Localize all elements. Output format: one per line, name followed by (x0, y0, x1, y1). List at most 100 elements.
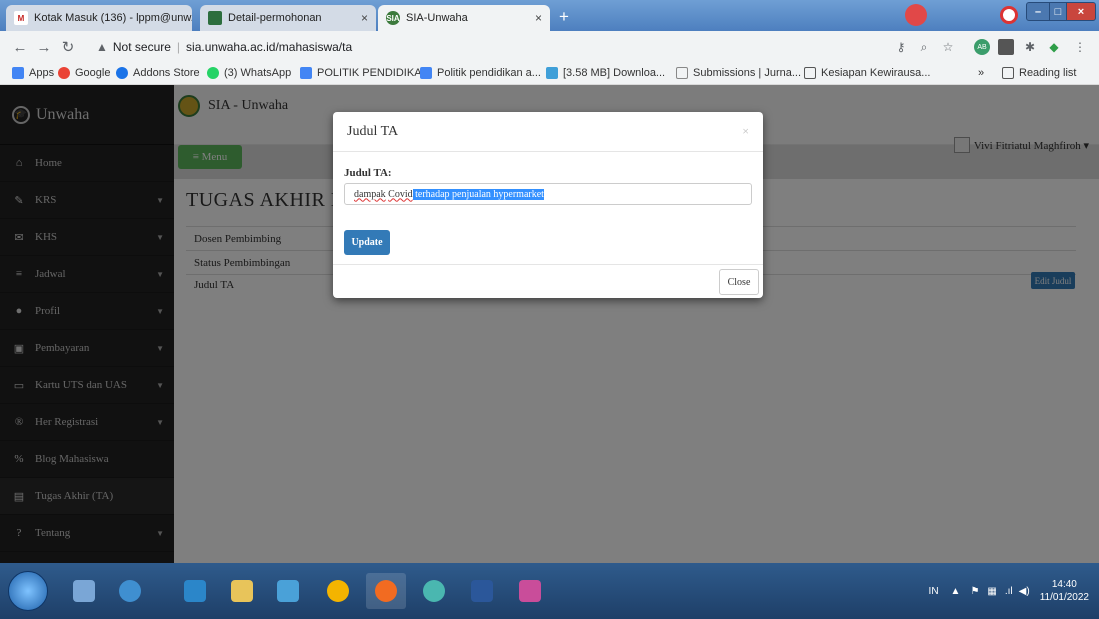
judul-ta-input[interactable]: dampak Covid terhadap penjualan hypermar… (344, 183, 752, 205)
taskbar-app[interactable] (366, 573, 406, 609)
google-icon (58, 67, 70, 79)
opera-icon[interactable] (1000, 6, 1018, 24)
bookmark-download[interactable]: [3.58 MB] Downloa... (546, 67, 665, 79)
bookmark-google[interactable]: Google (58, 67, 110, 79)
download-site-icon (546, 67, 558, 79)
taskbar-app[interactable] (462, 573, 502, 609)
judul-ta-modal: Judul TA × Judul TA: dampak Covid terhad… (333, 112, 763, 298)
taskbar-app[interactable] (318, 573, 358, 609)
system-tray: IN ▲ ⚑ ▦ .ıl ◀) 14:40 11/01/2022 (929, 578, 1089, 604)
key-icon[interactable]: ⚷ (893, 39, 909, 55)
reload-icon[interactable]: ↻ (56, 38, 80, 56)
input-text-part: Covid (388, 188, 413, 200)
modal-footer: Close (333, 264, 763, 298)
bookmark-politik-2[interactable]: Politik pendidikan a... (420, 67, 541, 79)
network-icon[interactable]: ▦ (987, 586, 996, 597)
bookmark-apps[interactable]: Apps (12, 67, 54, 79)
back-arrow-icon[interactable]: ← (8, 39, 32, 56)
tab-sia-unwaha[interactable]: SIA SIA-Unwaha × (378, 5, 550, 31)
maximize-button[interactable]: □ (1049, 2, 1067, 21)
puzzle-icon[interactable]: ✱ (1022, 39, 1038, 55)
security-status: Not secure (112, 40, 171, 54)
address-bar[interactable]: ▲ Not secure | sia.unwaha.ac.id/mahasisw… (90, 35, 880, 59)
bookmark-whatsapp[interactable]: (3) WhatsApp (207, 67, 291, 79)
windows-taskbar: IN ▲ ⚑ ▦ .ıl ◀) 14:40 11/01/2022 (0, 563, 1099, 619)
start-button[interactable] (8, 571, 48, 611)
browser-icon (375, 580, 397, 602)
kebab-menu-icon[interactable]: ⋮ (1072, 39, 1088, 55)
forward-arrow-icon[interactable]: → (32, 39, 56, 56)
apps-grid-icon (12, 67, 24, 79)
taskbar-app[interactable] (110, 573, 150, 609)
tab-title: SIA-Unwaha (406, 12, 468, 24)
language-indicator[interactable]: IN (929, 586, 939, 597)
browser-toolbar: ← → ↻ ▲ Not secure | sia.unwaha.ac.id/ma… (0, 31, 1099, 63)
bookmark-label: Politik pendidikan a... (437, 67, 541, 79)
volume-icon[interactable]: ◀) (1019, 586, 1030, 597)
gmail-icon: M (14, 11, 28, 25)
flag-icon[interactable]: ⚑ (970, 586, 979, 597)
reading-list-label: Reading list (1019, 67, 1077, 79)
taskbar-app[interactable] (222, 573, 262, 609)
chrome-icon (327, 580, 349, 602)
bookmark-politik-1[interactable]: POLITIK PENDIDIKA... (300, 67, 431, 79)
browser-tab-strip: M Kotak Masuk (136) - lppm@unw... × Deta… (0, 0, 1099, 31)
bookmark-label: (3) WhatsApp (224, 67, 292, 79)
addons-icon (116, 67, 128, 79)
bookmark-kesiapan[interactable]: Kesiapan Kewirausa... (804, 67, 930, 79)
selected-text: terhadap penjualan hypermarket (415, 188, 544, 200)
shield-icon[interactable]: ◆ (1046, 39, 1062, 55)
reading-list-icon (1002, 67, 1014, 79)
bookmark-addons-store[interactable]: Addons Store (116, 67, 200, 79)
app-icon (423, 580, 445, 602)
tab-detail-permohonan[interactable]: Detail-permohonan × (200, 5, 376, 31)
judul-ta-label: Judul TA: (344, 167, 392, 179)
clock[interactable]: 14:40 11/01/2022 (1040, 578, 1089, 604)
close-button[interactable]: Close (719, 269, 759, 295)
bookmarks-bar: Apps Google Addons Store (3) WhatsApp PO… (0, 63, 1099, 85)
taskbar-app[interactable] (510, 573, 550, 609)
bookmark-label: Google (75, 67, 111, 79)
bookmark-label: [3.58 MB] Downloa... (563, 67, 666, 79)
word-icon (471, 580, 493, 602)
doc-e-icon (804, 67, 816, 79)
bookmark-label: Addons Store (133, 67, 200, 79)
users-app-icon (73, 580, 95, 602)
doc-icon (300, 67, 312, 79)
clock-date: 11/01/2022 (1039, 592, 1089, 603)
tab-title: Detail-permohonan (228, 12, 322, 24)
input-text-selection: terhadap penjualan hypermarket (412, 188, 544, 200)
close-icon[interactable]: × (742, 124, 749, 139)
window-close-button[interactable]: × (1066, 2, 1096, 21)
url-text: sia.unwaha.ac.id/mahasiswa/ta (186, 40, 353, 54)
minimize-button[interactable]: – (1026, 2, 1050, 21)
close-icon[interactable]: × (529, 11, 542, 25)
reading-list-button[interactable]: Reading list (1002, 67, 1076, 79)
taskbar-app[interactable] (64, 573, 104, 609)
warning-icon: ▲ (96, 40, 108, 54)
extension-icon[interactable]: AB (974, 39, 990, 55)
update-button[interactable]: Update (344, 230, 390, 255)
submissions-icon (676, 67, 688, 79)
star-icon[interactable]: ☆ (940, 39, 956, 55)
tab-gmail[interactable]: M Kotak Masuk (136) - lppm@unw... × (6, 5, 192, 31)
page-favicon-icon (208, 11, 222, 25)
more-bookmarks-label: » (978, 67, 985, 79)
taskbar-app[interactable] (268, 573, 308, 609)
profile-avatar-icon[interactable] (905, 4, 927, 26)
signal-icon[interactable]: .ıl (1005, 586, 1013, 597)
folder-icon (231, 580, 253, 602)
sia-favicon-icon: SIA (386, 11, 400, 25)
more-bookmarks-button[interactable]: » (978, 67, 984, 79)
media-player-icon (184, 580, 206, 602)
whatsapp-icon (207, 67, 219, 79)
extension-icon[interactable] (998, 39, 1014, 55)
zoom-icon[interactable]: ⌕ (916, 39, 932, 55)
close-icon[interactable]: × (355, 11, 368, 25)
bookmark-submissions[interactable]: Submissions | Jurna... (676, 67, 801, 79)
new-tab-button[interactable]: + (553, 7, 575, 27)
taskbar-app[interactable] (414, 573, 454, 609)
taskbar-app[interactable] (175, 573, 215, 609)
chevron-up-icon[interactable]: ▲ (951, 586, 961, 597)
bookmark-label: Kesiapan Kewirausa... (821, 67, 931, 79)
